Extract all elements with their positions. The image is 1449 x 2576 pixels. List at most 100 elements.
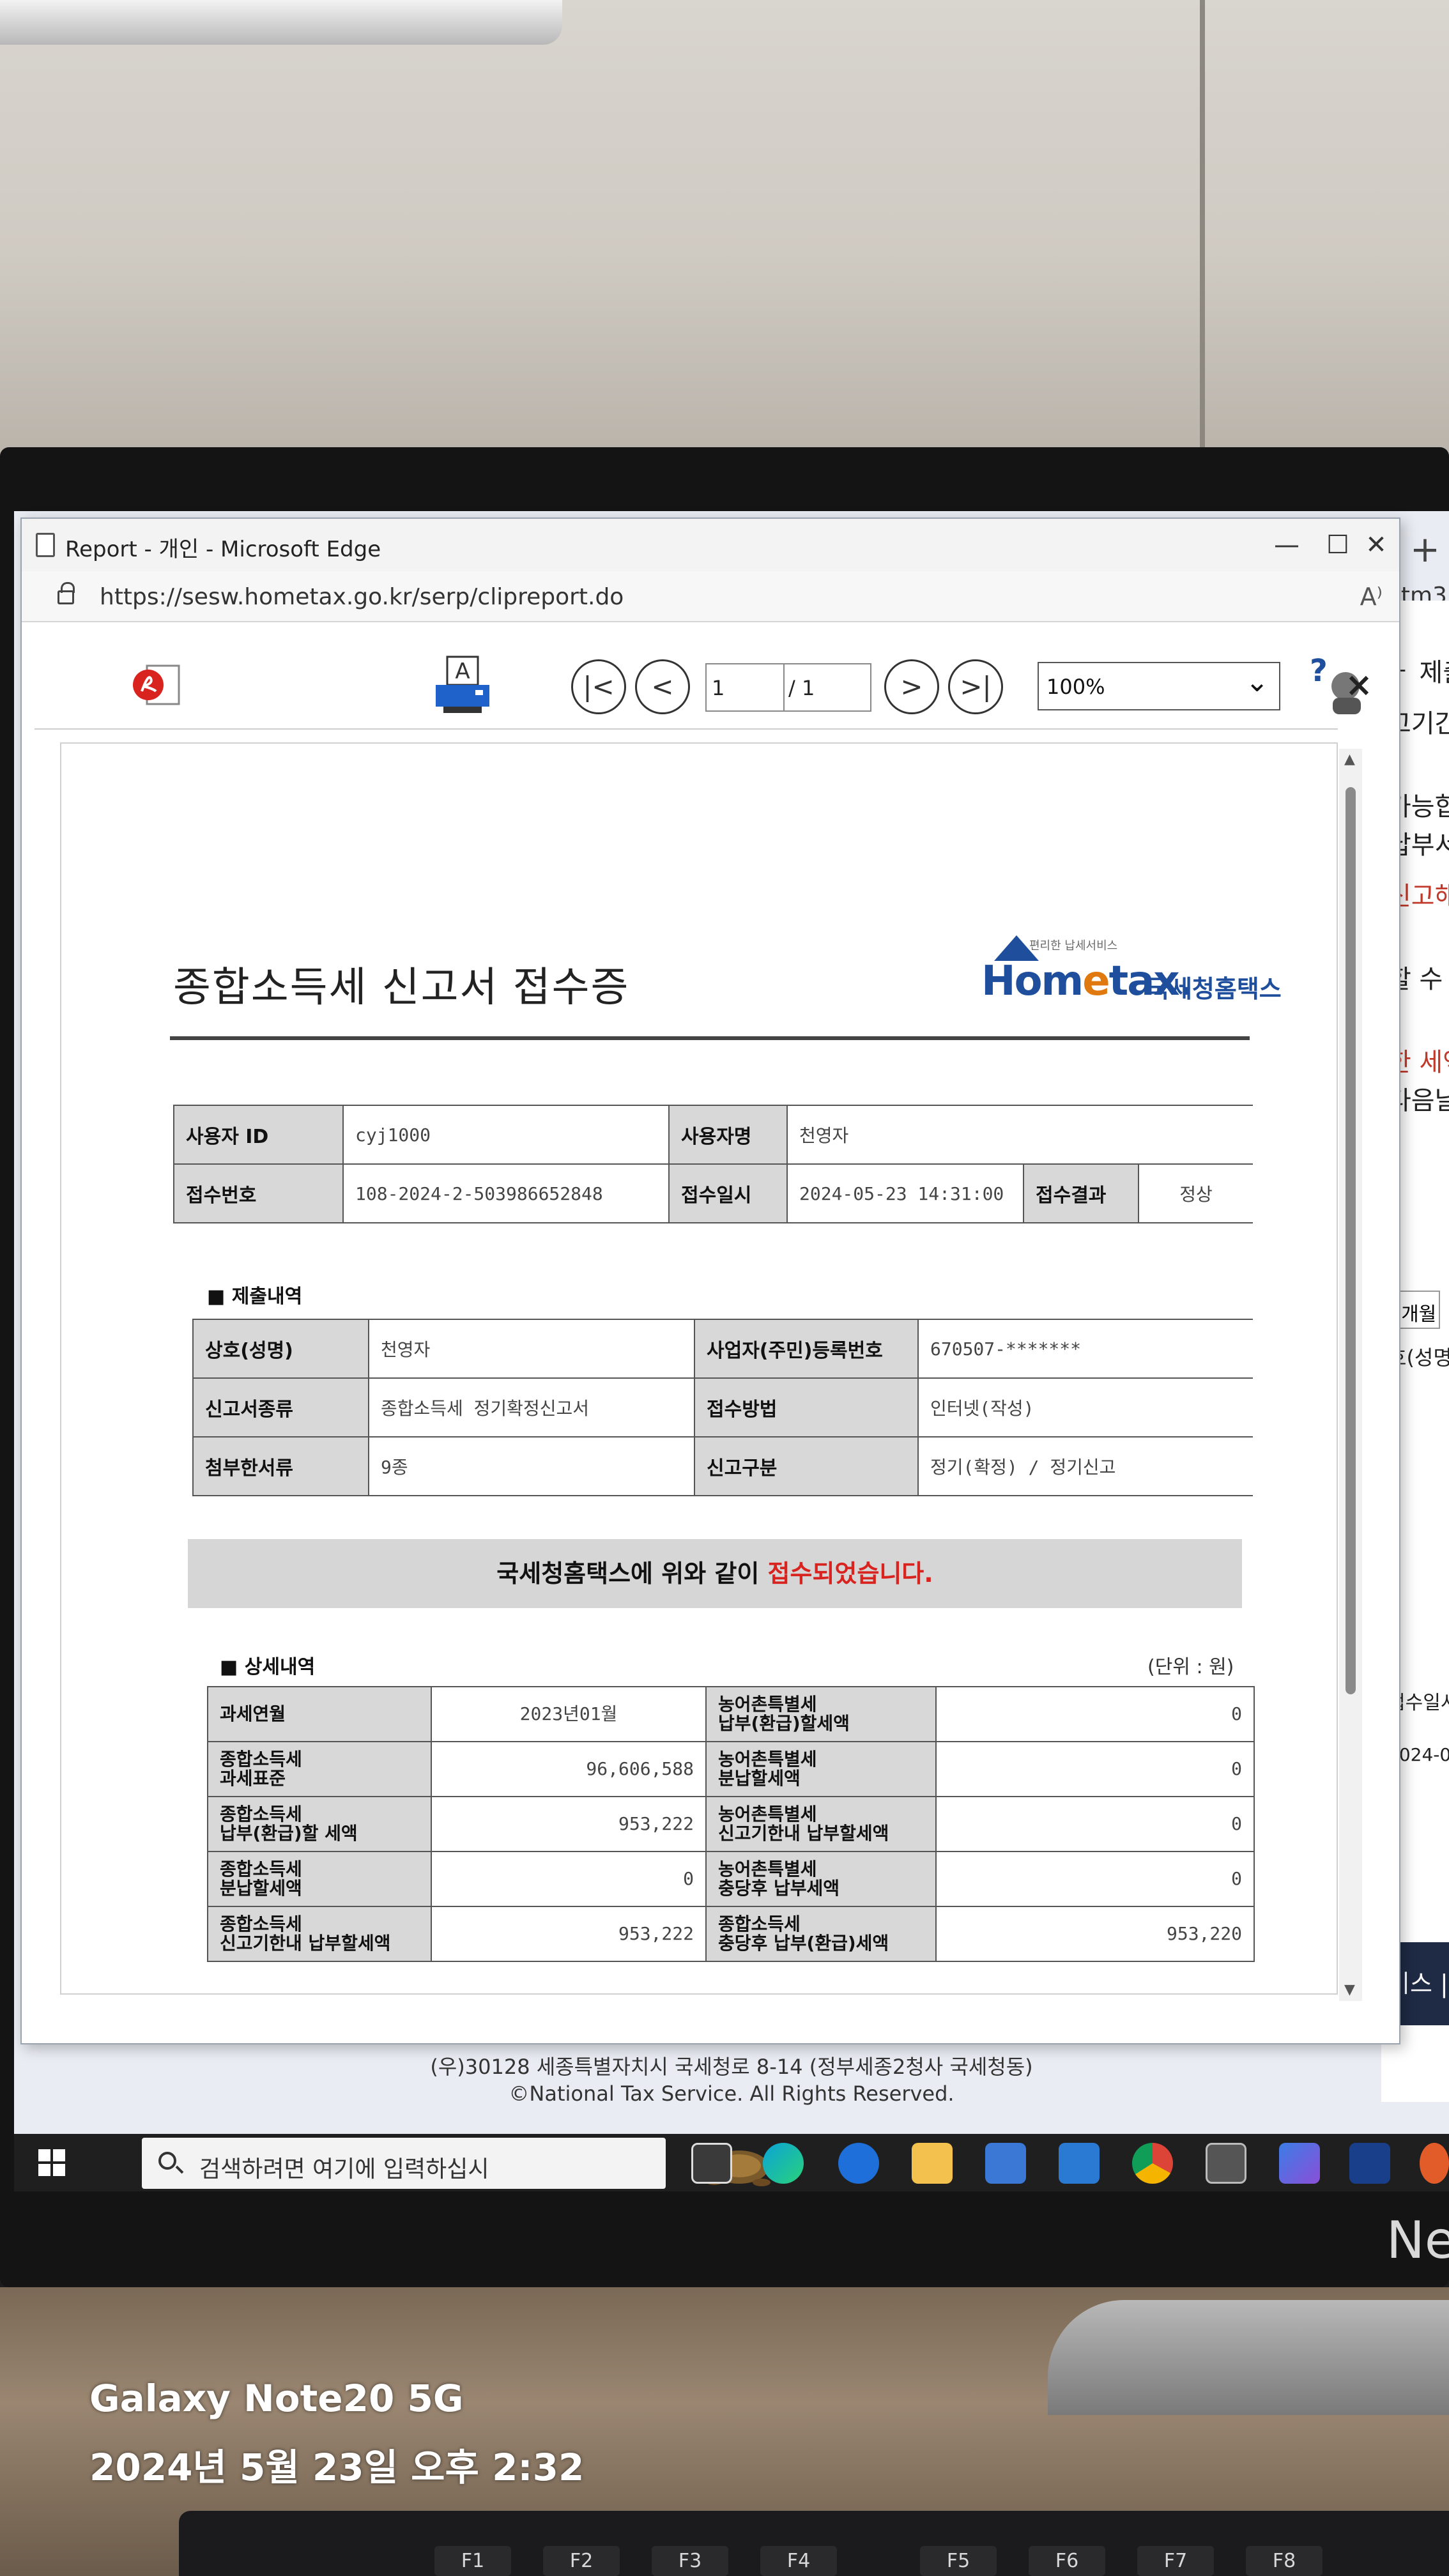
user-name-label: 사용자명 (668, 1105, 788, 1165)
scroll-down-icon[interactable]: ▼ (1344, 1982, 1355, 1998)
detail-value: 0 (935, 1796, 1255, 1852)
internet-explorer-icon[interactable] (838, 2143, 879, 2184)
maximize-button[interactable]: ☐ (1319, 529, 1357, 561)
table-row: 과세연월 2023년01월 농어촌특별세 납부(환급)할세액 0 (207, 1686, 1255, 1742)
label-line: 농어촌특별세 (718, 1749, 817, 1770)
first-page-button[interactable]: |< (571, 659, 626, 714)
title-bar: Report - 개인 - Microsoft Edge — ☐ ✕ (22, 519, 1399, 571)
help-close-icon[interactable]: ? (1306, 653, 1376, 717)
copilot-icon[interactable] (1279, 2143, 1320, 2184)
windows-start-icon[interactable] (38, 2149, 65, 2176)
keyboard-key: F3 (652, 2546, 728, 2576)
keyboard-key: F1 (434, 2546, 511, 2576)
svg-text:A: A (455, 659, 470, 684)
document-title: 종합소득세 신고서 접수증 (173, 964, 630, 1011)
scroll-up-icon[interactable]: ▲ (1344, 751, 1355, 767)
logo-subtitle: 국세청홈택스 (1147, 975, 1282, 1003)
table-row: 첨부한서류 9종 신고구분 정기(확정) / 정기신고 (192, 1436, 1253, 1496)
method-label: 접수방법 (694, 1377, 919, 1438)
table-row: 종합소득세 납부(환급)할 세액 953,222 농어촌특별세 신고기한내 납부할세… (207, 1796, 1255, 1852)
table-row: 신고서종류 종합소득세 정기확정신고서 접수방법 인터넷(작성) (192, 1377, 1253, 1438)
report-document: 종합소득세 신고서 접수증 편리한 납세서비스 Hometax. 국세청홈택스 … (60, 742, 1338, 1995)
last-page-button[interactable]: >| (948, 659, 1003, 714)
detail-label: 농어촌특별세 분납할세액 (705, 1741, 937, 1797)
detail-value: 953,222 (431, 1906, 707, 1962)
company-value: 천영자 (369, 1319, 694, 1379)
detail-label: 종합소득세 과세표준 (207, 1741, 432, 1797)
label-line: 농어촌특별세 (718, 1694, 817, 1715)
logo-part: e (1082, 958, 1110, 1005)
page-number-input[interactable]: 1 (705, 663, 785, 712)
mail-icon[interactable] (1059, 2143, 1100, 2184)
keyboard-key: F6 (1029, 2546, 1105, 2576)
close-button[interactable]: ✕ (1357, 529, 1395, 561)
monitor-brand: Ne (1386, 2211, 1449, 2270)
report-toolbar: A |< < 1 / 1 > >| 100% ? (34, 634, 1369, 730)
label-line: 납부(환급)할세액 (718, 1713, 850, 1734)
search-icon (158, 2152, 176, 2170)
address-bar[interactable]: https://sesw.hometax.go.kr/serp/cliprepo… (22, 571, 1399, 622)
label-line: 종합소득세 (220, 1859, 302, 1880)
submission-table: 상호(성명) 천영자 사업자(주민)등록번호 670507-******* 신고… (192, 1319, 1253, 1496)
detail-heading: ■ 상세내역 (220, 1656, 316, 1678)
detail-value: 953,220 (935, 1906, 1255, 1962)
detail-value: 953,222 (431, 1796, 707, 1852)
attachments-label: 첨부한서류 (192, 1436, 369, 1496)
chrome-icon[interactable] (1132, 2143, 1173, 2184)
monitor-screen: + ktm3ll ㅏ 제출 고기간 가능합니 납부서 신고해 할 수 있 한 세… (14, 511, 1449, 2191)
minimize-button[interactable]: — (1268, 529, 1306, 561)
vertical-scrollbar[interactable]: ▲ ▼ (1339, 749, 1362, 2001)
document-icon (36, 533, 55, 557)
detail-value: 0 (935, 1741, 1255, 1797)
photo-wall (0, 0, 1449, 460)
detail-table: 과세연월 2023년01월 농어촌특별세 납부(환급)할세액 0 종합소득세 과세표… (207, 1686, 1255, 1962)
table-row: 접수번호 108-2024-2-503986652848 접수일시 2024-0… (173, 1163, 1253, 1223)
company-label: 상호(성명) (192, 1319, 369, 1379)
footer-address: (우)30128 세종특별자치시 국세청로 8-14 (정부세종2청사 국세청동… (430, 2055, 1033, 2079)
detail-label: 종합소득세 신고기한내 납부할세액 (207, 1906, 432, 1962)
detail-label: 농어촌특별세 충당후 납부세액 (705, 1851, 937, 1907)
task-view-icon[interactable] (691, 2143, 732, 2184)
zoom-select[interactable]: 100% (1038, 662, 1280, 710)
window-title: Report - 개인 - Microsoft Edge (65, 537, 381, 562)
label-line: 농어촌특별세 (718, 1859, 817, 1880)
attachments-value: 9종 (369, 1436, 694, 1496)
next-page-button[interactable]: > (884, 659, 939, 714)
label-line: 납부(환급)할 세액 (220, 1823, 358, 1844)
pro-app-icon[interactable] (1349, 2143, 1390, 2184)
prev-page-button[interactable]: < (635, 659, 690, 714)
store-icon[interactable] (985, 2143, 1026, 2184)
label-line: 종합소득세 (718, 1913, 801, 1935)
category-value: 정기(확정) / 정기신고 (918, 1436, 1253, 1496)
receipt-no-label: 접수번호 (173, 1163, 344, 1223)
notice-highlight: 접수되었습니다. (767, 1560, 933, 1588)
label-line: 종합소득세 (220, 1804, 302, 1825)
taskbar-search[interactable]: 검색하려면 여기에 입력하십시 (142, 2138, 781, 2189)
detail-value: 0 (935, 1851, 1255, 1907)
label-line: 종합소득세 (220, 1913, 302, 1935)
pdf-export-icon[interactable] (130, 661, 184, 708)
reg-no-label: 사업자(주민)등록번호 (694, 1319, 919, 1379)
label-line: 종합소득세 (220, 1749, 302, 1770)
detail-label: 과세연월 (207, 1686, 432, 1742)
new-tab-icon[interactable]: + (1410, 529, 1440, 571)
detail-label: 종합소득세 분납할세액 (207, 1851, 432, 1907)
unit-label: (단위 : 원) (1147, 1656, 1234, 1678)
label-line: 신고기한내 납부할세액 (718, 1823, 889, 1844)
file-explorer-icon[interactable] (912, 2143, 953, 2184)
orange-app-icon[interactable] (1420, 2143, 1449, 2184)
lock-icon[interactable] (57, 582, 75, 604)
user-info-table: 사용자 ID cyj1000 사용자명 천영자 접수번호 108-2024-2-… (173, 1105, 1253, 1223)
detail-label: 종합소득세 충당후 납부(환급)세액 (705, 1906, 937, 1962)
keyboard-key: F7 (1137, 2546, 1214, 2576)
print-icon[interactable]: A (431, 653, 494, 717)
keyboard-key: F8 (1246, 2546, 1322, 2576)
keyboard-key: F4 (760, 2546, 837, 2576)
scrollbar-thumb[interactable] (1346, 787, 1356, 1694)
category-label: 신고구분 (694, 1436, 919, 1496)
url-text[interactable]: https://sesw.hometax.go.kr/serp/cliprepo… (100, 584, 624, 610)
read-aloud-icon[interactable]: A⁾ (1360, 583, 1383, 611)
camera-timestamp: 2024년 5월 23일 오후 2:32 (89, 2446, 585, 2489)
app-icon[interactable] (1206, 2143, 1246, 2184)
edge-icon[interactable] (763, 2143, 804, 2184)
